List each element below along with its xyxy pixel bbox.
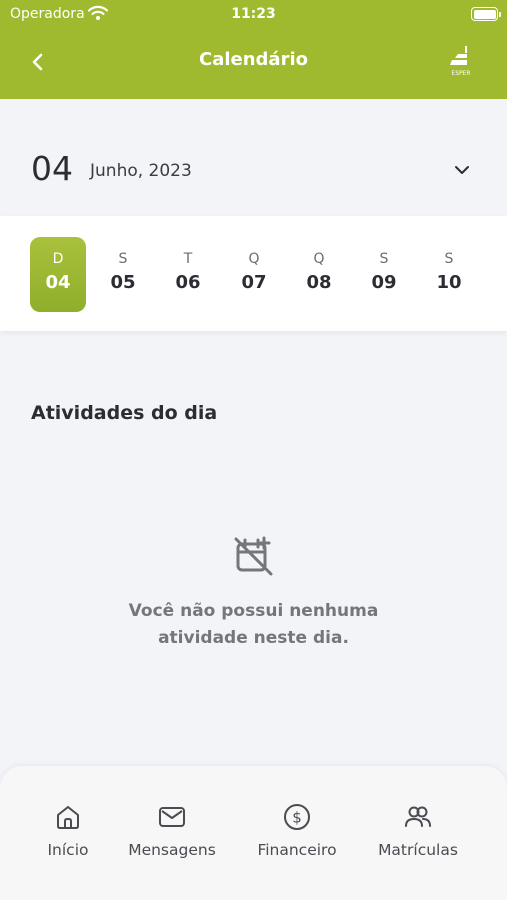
day-number: 04 bbox=[45, 272, 71, 293]
tab-matriculas[interactable]: Matrículas bbox=[372, 802, 464, 866]
clock: 11:23 bbox=[231, 6, 276, 22]
day-item[interactable]: Q 07 bbox=[226, 237, 282, 312]
selected-day-number: 04 bbox=[31, 149, 73, 188]
day-item[interactable]: S 09 bbox=[356, 237, 412, 312]
day-number: 10 bbox=[436, 272, 462, 293]
day-number: 06 bbox=[175, 272, 201, 293]
tab-label: Início bbox=[47, 841, 89, 859]
mail-icon bbox=[159, 807, 185, 827]
page-title: Calendário bbox=[199, 49, 308, 70]
day-number: 08 bbox=[306, 272, 332, 293]
week-strip: D 04 S 05 T 06 Q 07 Q 08 S 09 S 10 bbox=[0, 216, 507, 331]
day-item-selected[interactable]: D 04 bbox=[30, 237, 86, 312]
day-number: 09 bbox=[371, 272, 397, 293]
svg-text:ESPER: ESPER bbox=[451, 70, 470, 77]
weekday-letter: T bbox=[183, 251, 193, 267]
day-number: 05 bbox=[110, 272, 136, 293]
weekday-letter: S bbox=[379, 251, 389, 267]
day-item[interactable]: S 10 bbox=[421, 237, 477, 312]
day-item[interactable]: Q 08 bbox=[291, 237, 347, 312]
battery-icon bbox=[471, 7, 501, 21]
chevron-down-icon[interactable] bbox=[452, 160, 472, 180]
tab-mensagens[interactable]: Mensagens bbox=[124, 802, 220, 866]
weekday-letter: Q bbox=[313, 251, 325, 267]
day-item[interactable]: S 05 bbox=[95, 237, 151, 312]
home-icon bbox=[57, 806, 79, 829]
month-selector[interactable]: 04 Junho, 2023 bbox=[0, 140, 507, 200]
esper-logo: ESPER bbox=[450, 46, 471, 77]
weekday-letter: S bbox=[444, 251, 454, 267]
activities-title: Atividades do dia bbox=[31, 402, 218, 424]
day-number: 07 bbox=[241, 272, 267, 293]
calendar-off-icon bbox=[234, 536, 273, 576]
empty-state-message: Você não possui nenhuma atividade neste … bbox=[0, 598, 507, 652]
month-year-label: Junho, 2023 bbox=[90, 161, 192, 181]
svg-text:$: $ bbox=[292, 809, 302, 827]
day-item[interactable]: T 06 bbox=[160, 237, 216, 312]
status-bar: Operadora 11:23 bbox=[0, 0, 507, 30]
tab-financeiro[interactable]: $ Financeiro bbox=[254, 802, 340, 866]
empty-state-line1: Você não possui nenhuma bbox=[128, 601, 379, 621]
empty-state-line2: atividade neste dia. bbox=[158, 628, 349, 648]
users-icon bbox=[405, 806, 431, 827]
tab-label: Financeiro bbox=[257, 841, 337, 859]
bottom-tab-bar: Início Mensagens $ Financeiro Matrículas bbox=[0, 766, 507, 900]
tab-label: Mensagens bbox=[128, 841, 216, 859]
weekday-letter: D bbox=[52, 251, 64, 267]
tab-inicio[interactable]: Início bbox=[38, 802, 98, 866]
tab-label: Matrículas bbox=[378, 841, 458, 859]
weekday-letter: S bbox=[118, 251, 128, 267]
header-bar: Operadora 11:23 Calendário ESPER bbox=[0, 0, 507, 99]
weekday-letter: Q bbox=[248, 251, 260, 267]
dollar-circle-icon: $ bbox=[284, 804, 310, 830]
